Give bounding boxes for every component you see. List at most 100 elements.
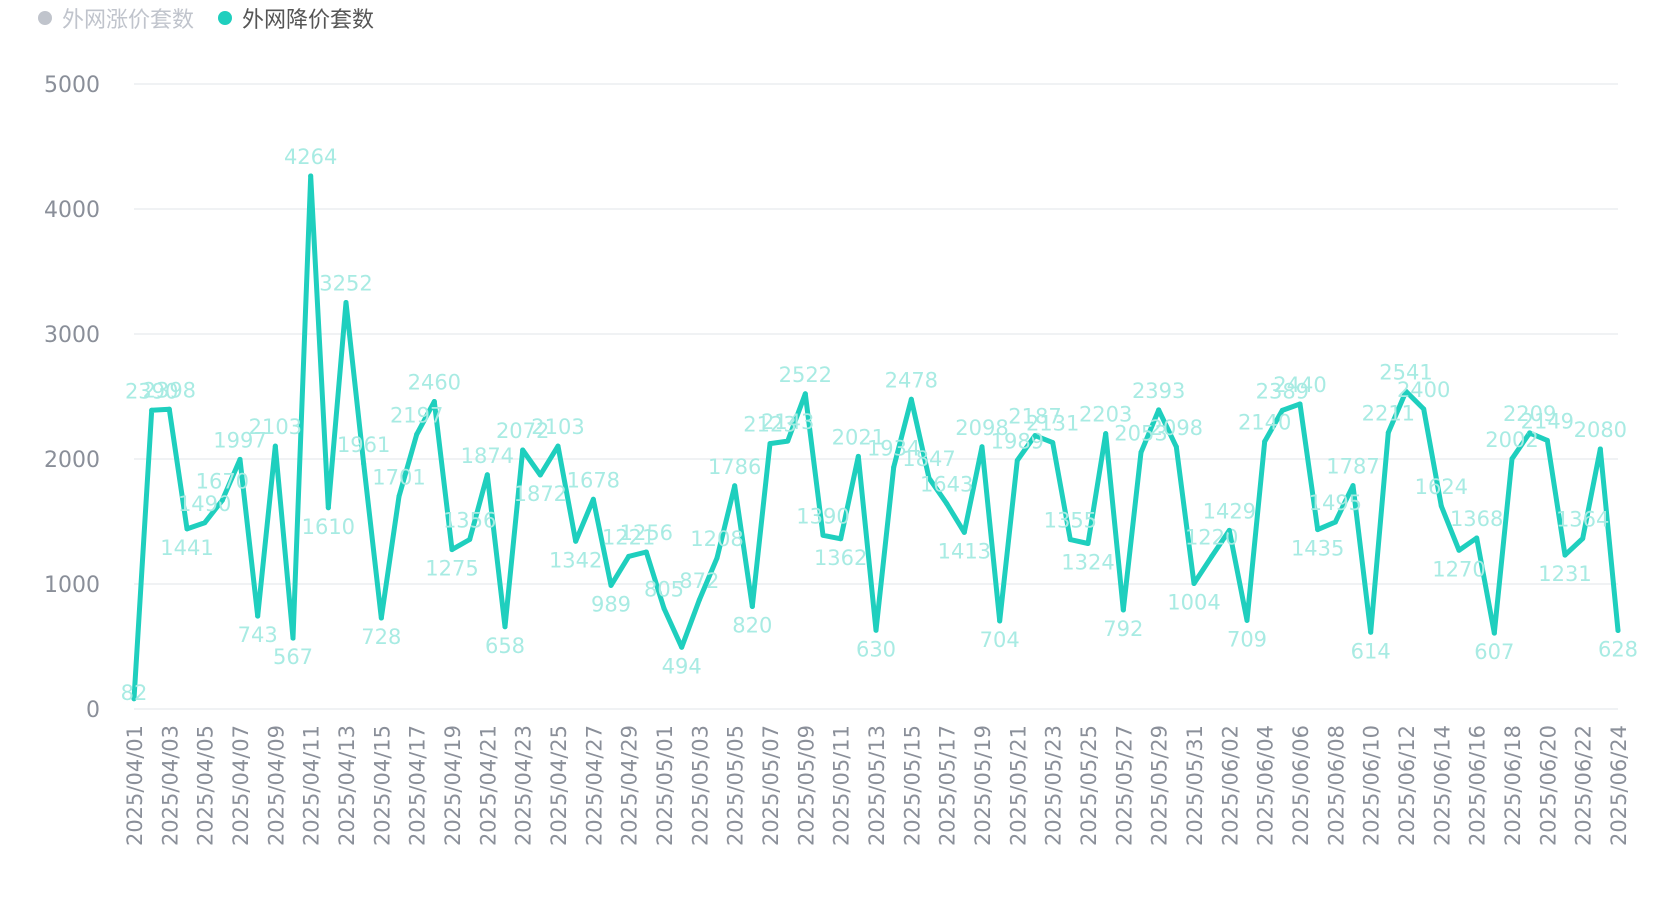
data-point — [237, 456, 243, 462]
data-label: 1786 — [708, 455, 761, 479]
x-tick-label: 2025/06/20 — [1536, 725, 1560, 846]
data-point — [961, 529, 967, 535]
x-tick-label: 2025/05/07 — [759, 725, 783, 846]
x-tick-label: 2025/04/05 — [194, 725, 218, 846]
data-point — [873, 627, 879, 633]
x-tick-label: 2025/04/15 — [370, 725, 394, 846]
x-tick-label: 2025/06/06 — [1289, 725, 1313, 846]
data-point — [343, 300, 349, 305]
x-tick-label: 2025/06/18 — [1501, 725, 1525, 846]
data-label: 1435 — [1291, 537, 1344, 561]
data-label: 2143 — [761, 410, 814, 434]
data-point — [643, 549, 649, 555]
data-label: 1342 — [549, 548, 602, 572]
x-tick-label: 2025/04/09 — [264, 725, 288, 846]
data-label: 1874 — [461, 444, 514, 468]
x-tick-label: 2025/04/21 — [476, 725, 500, 846]
data-point — [679, 644, 685, 650]
x-tick-label: 2025/04/25 — [547, 725, 571, 846]
data-point — [1209, 554, 1215, 559]
data-label: 820 — [732, 614, 772, 638]
data-point — [396, 493, 402, 499]
data-label: 1413 — [938, 539, 991, 563]
data-label: 1362 — [814, 546, 867, 570]
data-label: 1356 — [443, 509, 496, 533]
x-tick-label: 2025/04/03 — [158, 725, 182, 846]
data-point — [749, 604, 755, 609]
data-point — [1597, 446, 1603, 452]
x-tick-label: 2025/06/16 — [1466, 725, 1490, 846]
data-point — [855, 453, 861, 459]
data-point — [908, 396, 914, 402]
data-point — [1244, 617, 1250, 623]
data-point — [1544, 437, 1550, 443]
data-point — [802, 391, 808, 397]
data-label: 1872 — [514, 482, 567, 506]
data-label: 2103 — [249, 415, 302, 439]
data-label: 1256 — [620, 521, 673, 545]
x-tick-label: 2025/06/24 — [1607, 725, 1631, 846]
data-label: 1670 — [196, 469, 249, 493]
data-point — [1385, 430, 1391, 436]
data-point — [502, 624, 508, 630]
data-label: 1275 — [425, 557, 478, 581]
data-label: 1231 — [1538, 562, 1591, 586]
data-point — [166, 406, 172, 412]
data-label: 2103 — [531, 415, 584, 439]
x-tick-label: 2025/06/22 — [1572, 725, 1596, 846]
data-point — [1350, 483, 1356, 489]
data-label: 1390 — [796, 504, 849, 528]
y-tick-label: 4000 — [44, 198, 100, 223]
x-tick-label: 2025/06/10 — [1360, 725, 1384, 846]
data-label: 1270 — [1432, 557, 1485, 581]
data-point — [467, 537, 473, 542]
data-point — [1279, 407, 1285, 413]
x-tick-label: 2025/05/05 — [724, 725, 748, 846]
data-point — [891, 464, 897, 470]
x-tick-label: 2025/05/01 — [653, 725, 677, 846]
data-label: 1624 — [1415, 475, 1468, 499]
data-point — [325, 505, 331, 511]
data-point — [590, 496, 596, 502]
x-tick-label: 2025/04/13 — [335, 725, 359, 846]
data-label: 2522 — [779, 363, 832, 387]
data-point — [184, 526, 190, 532]
data-label: 4264 — [284, 145, 337, 169]
data-label: 2211 — [1362, 402, 1415, 426]
data-point — [484, 472, 490, 478]
data-label: 2460 — [408, 371, 461, 395]
x-tick-label: 2025/04/17 — [406, 725, 430, 846]
data-point — [1156, 407, 1162, 413]
y-tick-label: 2000 — [44, 448, 100, 473]
x-tick-label: 2025/04/11 — [300, 725, 324, 846]
data-label: 658 — [485, 634, 525, 658]
data-label: 989 — [591, 592, 631, 616]
data-point — [255, 613, 261, 619]
data-point — [1438, 503, 1444, 509]
data-label: 2098 — [1150, 416, 1203, 440]
data-label: 2400 — [1397, 378, 1450, 402]
data-label: 630 — [856, 637, 896, 661]
data-point — [1509, 456, 1515, 462]
y-tick-label: 3000 — [44, 323, 100, 348]
x-tick-label: 2025/04/27 — [582, 725, 606, 846]
x-tick-label: 2025/06/14 — [1430, 725, 1454, 846]
data-label: 1324 — [1061, 551, 1114, 575]
data-point — [1120, 607, 1126, 613]
data-point — [1580, 536, 1586, 541]
data-point — [944, 501, 950, 507]
data-point — [979, 444, 985, 450]
x-tick-label: 2025/05/11 — [830, 725, 854, 846]
data-label: 1208 — [690, 527, 743, 551]
data-label: 872 — [679, 569, 719, 593]
data-label: 607 — [1474, 640, 1514, 664]
data-point — [272, 443, 278, 449]
data-label: 2393 — [1132, 379, 1185, 403]
data-point — [1067, 537, 1073, 543]
data-label: 1678 — [567, 468, 620, 492]
data-point — [820, 532, 826, 538]
data-label: 1490 — [178, 492, 231, 516]
data-point — [573, 538, 579, 544]
data-point — [1226, 527, 1232, 533]
data-point — [1191, 581, 1197, 586]
